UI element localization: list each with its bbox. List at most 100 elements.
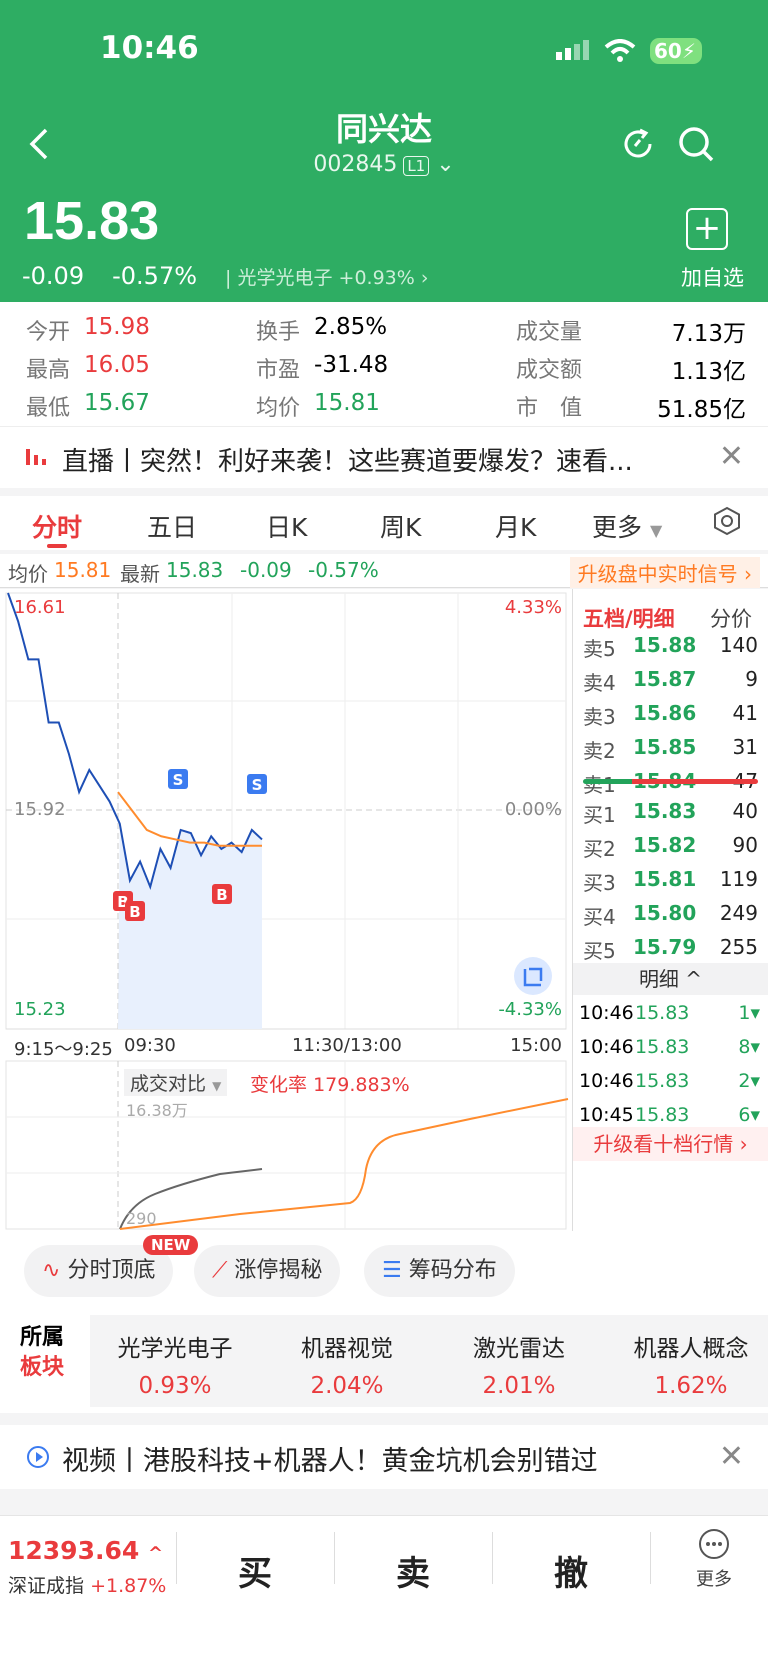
status-time: 10:46 <box>100 30 199 66</box>
signal-label: B <box>216 886 227 904</box>
play-icon <box>27 1446 49 1468</box>
sector-item[interactable]: 机器视觉 2.04% <box>262 1329 432 1399</box>
latest-value: 15.83 <box>166 558 224 582</box>
tab-order-book[interactable]: 五档/明细 <box>583 607 675 631</box>
news-banner[interactable]: 直播丨突然！利好来袭！这些赛道要爆发？速看... ✕ <box>0 426 768 488</box>
stock-code: 002845 <box>313 152 398 177</box>
tick-time: 10:45 <box>579 1104 634 1126</box>
level-qty: 119 <box>719 867 758 891</box>
more-button[interactable]: 更多 <box>696 1528 732 1591</box>
ask-row: 卖5 15.88 140 <box>583 633 758 663</box>
level-price: 15.86 <box>633 701 697 725</box>
x-label-close: 15:00 <box>510 1035 562 1056</box>
y-top-pct: 4.33% <box>504 597 562 618</box>
tab-price-dist[interactable]: 分价 <box>710 603 752 633</box>
level-label: 卖4 <box>583 671 616 695</box>
tick-price: 15.83 <box>635 1036 690 1058</box>
buy-button[interactable]: 买 <box>238 1546 272 1595</box>
signal-marker: S <box>247 774 267 794</box>
tab-intraday[interactable]: 分时 <box>32 508 82 544</box>
detail-toggle[interactable]: 明细 ^ <box>573 963 768 995</box>
volume-compare-dropdown[interactable]: 成交对比 ▼ <box>124 1069 228 1096</box>
more-icon <box>699 1529 729 1559</box>
x-label-preopen: 9:15～9:25 <box>14 1039 113 1060</box>
stats-panel: 今开 15.98 最高 16.05 最低 15.67 换手 2.85% 市盈 -31.48… <box>0 302 768 426</box>
settings-icon[interactable] <box>712 506 742 536</box>
add-watchlist-label[interactable]: 加自选 <box>681 262 744 292</box>
price-line <box>7 592 263 890</box>
tick-price: 15.83 <box>635 1070 690 1092</box>
intraday-chart[interactable]: SSBBB 16.61 15.92 15.23 4.33% 0.00% -4.3… <box>0 589 572 1231</box>
index-value: 12393.64 <box>8 1536 140 1565</box>
search-icon[interactable] <box>676 124 716 164</box>
tab-monthly-k[interactable]: 月K <box>495 508 536 544</box>
level-label: 买4 <box>583 905 616 929</box>
chart-infobar: 均价 15.81 最新 15.83 -0.09 -0.57% 升级盘中实时信号 … <box>0 554 768 588</box>
limit-up-button[interactable]: ⟋ 涨停揭秘 <box>194 1245 341 1297</box>
sell-button[interactable]: 卖 <box>396 1546 430 1595</box>
level-badge: L1 <box>403 156 430 176</box>
tab-weekly-k[interactable]: 周K <box>380 508 421 544</box>
bid-row: 买3 15.81 119 <box>583 867 758 897</box>
tab-daily-k[interactable]: 日K <box>266 508 307 544</box>
tick-row: 10:46 15.83 8▾ <box>573 1029 768 1065</box>
divider <box>650 1532 651 1584</box>
tick-qty: 1▾ <box>738 1002 760 1024</box>
ask-row: 卖1 15.84 47 <box>583 769 758 799</box>
cancel-order-button[interactable]: 撤 <box>554 1546 588 1595</box>
stat-low: 最低 15.67 <box>26 390 150 421</box>
level-qty: 90 <box>732 833 758 857</box>
video-banner[interactable]: 视频丨港股科技+机器人！黄金坑机会别错过 ✕ <box>0 1425 768 1489</box>
latest-change: -0.09 <box>240 558 292 582</box>
refresh-icon[interactable] <box>618 124 658 164</box>
level-label: 买5 <box>583 939 616 963</box>
level-qty: 40 <box>732 799 758 823</box>
avg-value: 15.81 <box>54 558 112 582</box>
index-widget[interactable]: 12393.64 ^ 深证成指 +1.87% <box>8 1536 166 1598</box>
battery-icon: 60⚡ <box>650 38 702 64</box>
level-qty: 255 <box>719 935 758 959</box>
stat-market-cap: 市 值 51.85亿 <box>516 396 746 423</box>
close-icon[interactable]: ✕ <box>719 439 744 474</box>
level-qty: 31 <box>732 735 758 759</box>
level-price: 15.80 <box>633 901 697 925</box>
order-book-header: 五档/明细 分价 <box>583 603 758 633</box>
latest-change-pct: -0.57% <box>308 558 379 582</box>
tick-row: 10:46 15.83 1▾ <box>573 995 768 1031</box>
signal-icon <box>556 40 589 60</box>
tick-row: 10:46 15.83 2▾ <box>573 1063 768 1099</box>
sector-link[interactable]: | 光学光电子 +0.93% › <box>225 263 428 290</box>
level-price: 15.88 <box>633 633 697 657</box>
level-price: 15.81 <box>633 867 697 891</box>
y-top-label: 16.61 <box>14 597 66 618</box>
add-watchlist-button[interactable]: + <box>686 208 728 250</box>
bars-icon: ☰ <box>382 1258 402 1283</box>
price-area <box>118 823 262 1029</box>
upgrade-ten-level-link[interactable]: 升级看十档行情 › <box>573 1127 768 1161</box>
level-qty: 249 <box>719 901 758 925</box>
x-label-noon: 11:30/13:00 <box>292 1035 402 1056</box>
signal-marker: S <box>168 769 188 789</box>
tab-five-day[interactable]: 五日 <box>147 508 197 544</box>
stat-pe: 市盈 -31.48 <box>256 352 389 383</box>
y-mid-pct: 0.00% <box>504 799 562 820</box>
bid-ask-bar <box>583 779 758 784</box>
index-pct: +1.87% <box>90 1575 167 1597</box>
sector-item[interactable]: 光学光电子 0.93% <box>90 1329 260 1399</box>
tab-more[interactable]: 更多 ▼ <box>592 508 662 544</box>
sector-item[interactable]: 机器人概念 1.62% <box>606 1329 768 1399</box>
level-label: 卖2 <box>583 739 616 763</box>
stat-turnover: 换手 2.85% <box>256 314 388 345</box>
volume-bottom-label: 290 <box>126 1209 157 1228</box>
price-change-pct: -0.57% <box>112 262 198 290</box>
sector-item[interactable]: 激光雷达 2.01% <box>434 1329 604 1399</box>
level-price: 15.79 <box>633 935 697 959</box>
close-icon[interactable]: ✕ <box>719 1439 744 1474</box>
divider <box>176 1532 177 1584</box>
tick-qty: 8▾ <box>738 1036 760 1058</box>
tool-row: ∿ 分时顶底 NEW ⟋ 涨停揭秘 ☰ 筹码分布 <box>0 1231 768 1313</box>
trend-icon: ∿ <box>42 1258 61 1283</box>
stat-avg: 均价 15.81 <box>256 390 380 421</box>
upgrade-signal-link[interactable]: 升级盘中实时信号 › <box>569 557 760 588</box>
chip-distribution-button[interactable]: ☰ 筹码分布 <box>364 1245 515 1297</box>
